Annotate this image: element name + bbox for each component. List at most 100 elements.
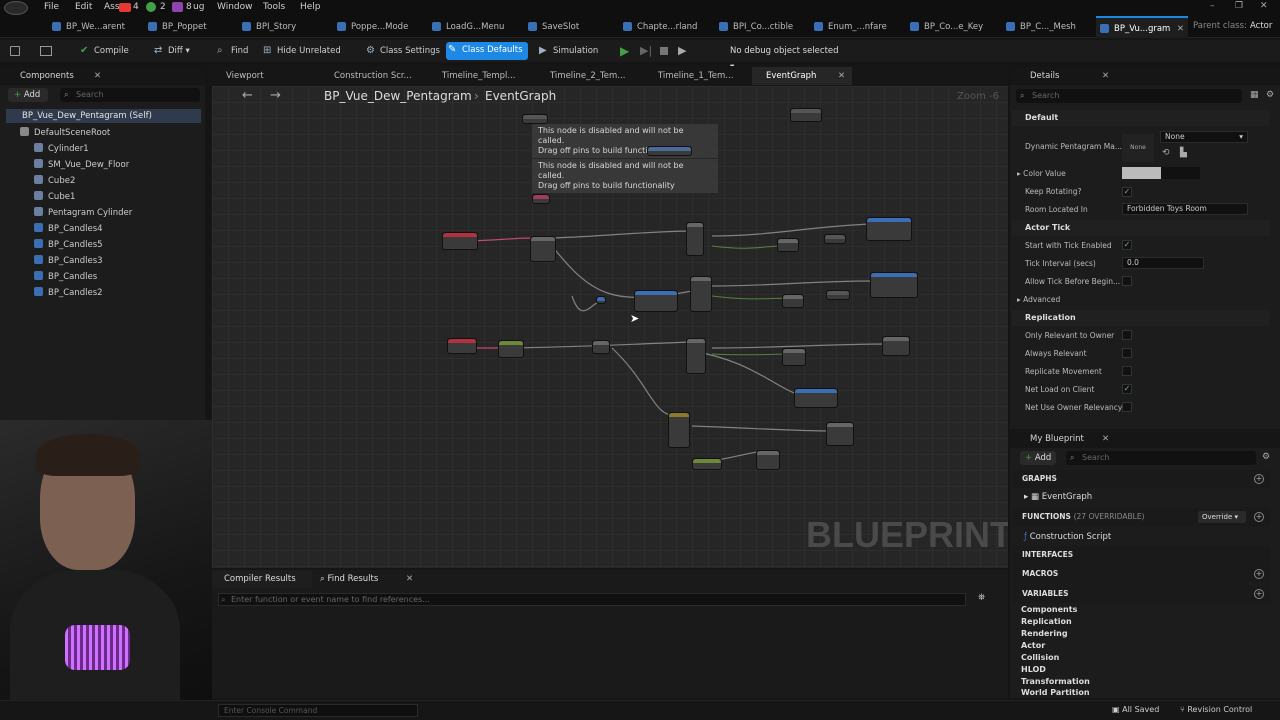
component-root[interactable]: DefaultSceneRoot: [20, 127, 110, 138]
component-item[interactable]: Cylinder1: [34, 143, 89, 154]
tab-construction-script[interactable]: Construction Scr...: [320, 67, 412, 85]
tick-interval-input[interactable]: 0.0: [1122, 257, 1204, 269]
graph-node[interactable]: [824, 234, 846, 244]
variable-category[interactable]: Replication: [1021, 617, 1072, 626]
override-dropdown[interactable]: Override ▾: [1198, 511, 1246, 523]
browse-folder-icon[interactable]: ▙: [1180, 148, 1187, 158]
tab-viewport[interactable]: Viewport: [212, 67, 264, 85]
event-node[interactable]: [447, 338, 477, 354]
hide-unrelated-button[interactable]: ⊞ Hide Unrelated: [261, 43, 341, 59]
section-graphs[interactable]: GRAPHS: [1012, 470, 1270, 488]
close-tab-icon[interactable]: ✕: [406, 570, 413, 588]
binoculars-button-icon[interactable]: ⛯: [978, 593, 985, 603]
class-defaults-button[interactable]: ✎ Class Defaults: [446, 42, 528, 60]
reset-icon[interactable]: ⟲: [1162, 148, 1170, 158]
play-icon[interactable]: ▶: [620, 44, 629, 58]
minimize-icon[interactable]: –: [1210, 1, 1215, 11]
add-component-button[interactable]: + Add: [8, 88, 48, 102]
section-variables[interactable]: VARIABLES: [1012, 585, 1270, 603]
add-function-icon[interactable]: +: [1254, 512, 1264, 522]
eject-icon[interactable]: ▶: [678, 44, 686, 57]
section-default[interactable]: Default: [1012, 110, 1270, 126]
component-item[interactable]: BP_Candles: [34, 271, 97, 282]
material-select[interactable]: None ▾: [1160, 131, 1248, 143]
graph-node[interactable]: [882, 336, 910, 356]
graph-node[interactable]: [532, 194, 550, 204]
menu-tools[interactable]: Tools: [263, 2, 285, 12]
function-item-construction[interactable]: ƒ Construction Script: [1024, 532, 1111, 542]
graph-node[interactable]: [826, 290, 850, 300]
save-icon[interactable]: [10, 46, 20, 56]
graph-item-eventgraph[interactable]: ▸ ▦ EventGraph: [1024, 492, 1092, 502]
graph-node[interactable]: [592, 340, 610, 354]
graph-node[interactable]: [596, 296, 606, 304]
room-located-in-input[interactable]: Forbidden Toys Room: [1122, 203, 1248, 215]
section-actor-tick[interactable]: Actor Tick: [1012, 220, 1270, 236]
variable-category[interactable]: Transformation: [1021, 677, 1090, 686]
graph-node[interactable]: [686, 222, 704, 256]
graph-node[interactable]: [692, 458, 722, 470]
menu-debug[interactable]: ug: [193, 2, 204, 12]
event-node[interactable]: [442, 232, 478, 250]
component-item[interactable]: BP_Candles2: [34, 287, 103, 298]
find-button[interactable]: ⌕ Find: [215, 43, 248, 59]
component-item[interactable]: Cube2: [34, 175, 75, 186]
close-window-icon[interactable]: ✕: [1260, 1, 1268, 11]
tab-timeline-templ[interactable]: Timeline_Templ...: [428, 67, 516, 85]
allow-tick-checkbox[interactable]: [1122, 276, 1132, 286]
component-item[interactable]: BP_Candles5: [34, 239, 103, 250]
graph-node[interactable]: [498, 340, 524, 358]
graph-node[interactable]: [782, 294, 804, 308]
variable-category[interactable]: Components: [1021, 605, 1077, 614]
revision-control-button[interactable]: ⑂ Revision Control: [1180, 705, 1252, 714]
doc-tab[interactable]: Enum_...nfare: [810, 16, 892, 38]
doc-tab[interactable]: Poppe...Mode: [333, 16, 415, 38]
details-search-input[interactable]: ⌕ Search: [1016, 89, 1242, 103]
graph-node[interactable]: [686, 338, 706, 374]
close-tab-icon[interactable]: ✕: [838, 67, 845, 85]
add-variable-icon[interactable]: +: [1254, 589, 1264, 599]
always-relevant-checkbox[interactable]: [1122, 348, 1132, 358]
graph-node[interactable]: [826, 422, 854, 446]
add-macro-icon[interactable]: +: [1254, 569, 1264, 579]
console-command-input[interactable]: Enter Console Command: [218, 704, 418, 717]
graph-node[interactable]: [782, 348, 806, 366]
section-advanced[interactable]: ▸ Advanced: [1017, 295, 1060, 304]
doc-tab[interactable]: Chapte...rland: [619, 16, 701, 38]
variable-category[interactable]: HLOD: [1021, 665, 1046, 674]
doc-tab[interactable]: BPI_Co...ctible: [715, 16, 797, 38]
graph-node[interactable]: [777, 238, 799, 252]
parent-class-value[interactable]: Actor: [1250, 21, 1272, 31]
blueprint-graph[interactable]: ← → BP_Vue_Dew_Pentagram › EventGraph Zo…: [212, 86, 1008, 568]
menu-asset[interactable]: Ass: [104, 2, 120, 12]
section-interfaces[interactable]: INTERFACES: [1012, 546, 1270, 564]
add-member-button[interactable]: + Add: [1020, 451, 1056, 465]
color-swatch[interactable]: [1122, 167, 1200, 179]
variable-category[interactable]: World Partition: [1021, 688, 1090, 697]
find-references-input[interactable]: ⌕ Enter function or event name to find re…: [218, 593, 966, 606]
stop-icon[interactable]: [660, 47, 668, 55]
close-panel-icon[interactable]: ✕: [1102, 430, 1109, 448]
close-panel-icon[interactable]: ✕: [1102, 67, 1109, 85]
doc-tab[interactable]: BP_We...arent: [48, 16, 140, 38]
unreal-logo-icon[interactable]: [4, 1, 28, 15]
component-item[interactable]: SM_Vue_Dew_Floor: [34, 159, 129, 170]
keep-rotating-checkbox[interactable]: ✓: [1122, 187, 1132, 197]
tab-timeline-2[interactable]: Timeline_2_Tem...: [536, 67, 625, 85]
close-tab-icon[interactable]: ✕: [1177, 18, 1184, 40]
close-panel-icon[interactable]: ✕: [94, 67, 101, 85]
tab-timeline-1[interactable]: Timeline_1_Tem...: [644, 67, 733, 85]
section-replication[interactable]: Replication: [1012, 310, 1270, 326]
graph-node[interactable]: [866, 217, 912, 241]
tab-compiler-results[interactable]: Compiler Results: [212, 570, 312, 588]
variable-category[interactable]: Collision: [1021, 653, 1059, 662]
graph-node[interactable]: [647, 146, 692, 156]
my-blueprint-search-input[interactable]: ⌕ Search: [1066, 451, 1256, 465]
section-macros[interactable]: MACROS: [1012, 565, 1270, 583]
menu-window[interactable]: Window: [217, 2, 253, 12]
graph-node[interactable]: [690, 276, 712, 312]
graph-node[interactable]: [530, 236, 556, 262]
doc-tab[interactable]: BP_Poppet: [144, 16, 224, 38]
graph-node[interactable]: [870, 272, 918, 298]
doc-tab[interactable]: BP_Co...e_Key: [906, 16, 988, 38]
